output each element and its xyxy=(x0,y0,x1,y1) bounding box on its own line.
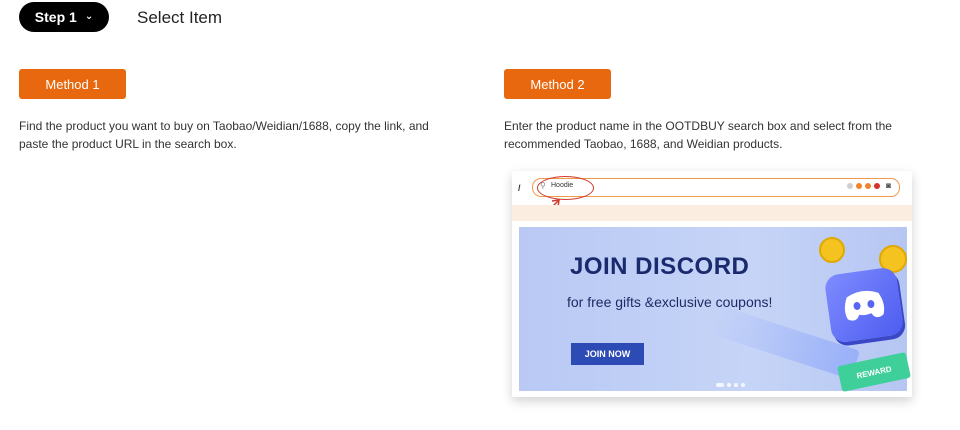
carousel-dots[interactable] xyxy=(716,383,745,387)
weidian-icon xyxy=(874,182,881,189)
discord-icon xyxy=(823,266,905,344)
illustration-search-icons: ◙ xyxy=(847,181,891,190)
method-2-description: Enter the product name in the OOTDBUY se… xyxy=(504,119,892,151)
step-selector[interactable]: Step 1 ⌄ xyxy=(19,2,109,32)
banner-subtitle: for free gifts &exclusive coupons! xyxy=(567,294,773,310)
page-title: Select Item xyxy=(137,8,223,27)
taobao-icon xyxy=(856,182,863,189)
method-2-button[interactable]: Method 2 xyxy=(504,69,611,99)
illustration-header: / ⚲ Hoodie ◙ xyxy=(512,171,912,203)
step-label: Step 1 xyxy=(34,9,77,25)
illustration-subbar xyxy=(512,205,912,221)
banner-title: JOIN DISCORD xyxy=(570,253,750,280)
clear-icon xyxy=(847,182,854,189)
join-now-button: JOIN NOW xyxy=(571,343,644,365)
discord-banner: JOIN DISCORD for free gifts &exclusive c… xyxy=(519,227,911,392)
logo-mark: / xyxy=(518,183,521,193)
1688-icon xyxy=(865,182,872,189)
method-1-button[interactable]: Method 1 xyxy=(19,69,126,99)
method-1-description: Find the product you want to buy on Taob… xyxy=(19,119,429,151)
camera-icon: ◙ xyxy=(886,181,891,190)
coin-icon xyxy=(819,237,845,263)
chevron-down-icon: ⌄ xyxy=(84,10,94,22)
method-2-illustration: / ⚲ Hoodie ◙ JOIN DISCORD for free gifts… xyxy=(512,171,912,397)
